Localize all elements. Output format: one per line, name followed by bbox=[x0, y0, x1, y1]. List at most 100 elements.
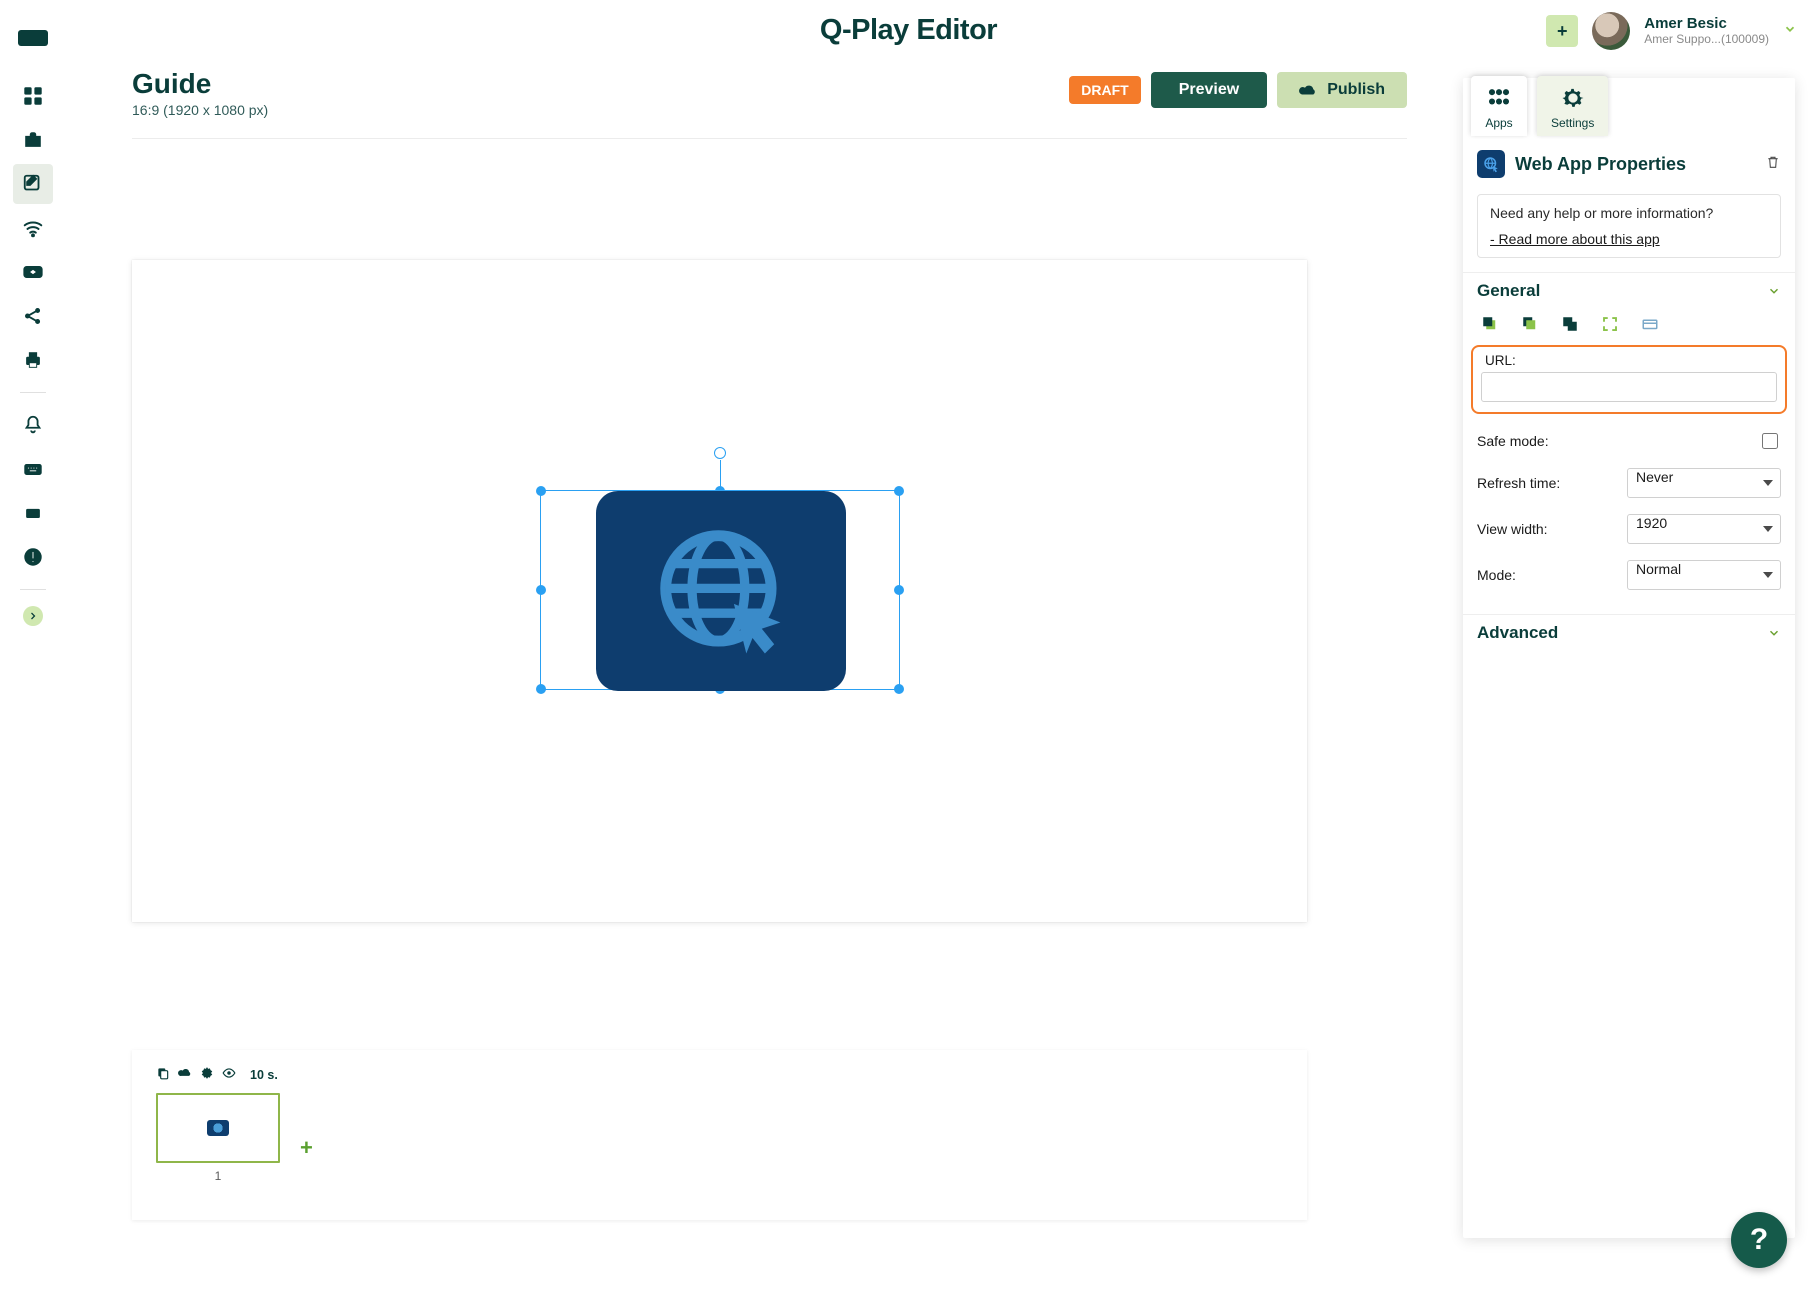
rail-divider bbox=[20, 392, 46, 393]
gear-icon bbox=[1559, 84, 1587, 112]
resize-handle-e[interactable] bbox=[894, 585, 904, 595]
top-bar: Q-Play Editor + Amer Besic Amer Suppo...… bbox=[0, 0, 1817, 60]
url-field-group: URL: bbox=[1471, 345, 1787, 414]
mode-select[interactable]: Normal bbox=[1627, 560, 1781, 590]
section-advanced-label: Advanced bbox=[1477, 623, 1558, 643]
view-width-select[interactable]: 1920 bbox=[1627, 514, 1781, 544]
tab-apps[interactable]: Apps bbox=[1471, 76, 1527, 136]
tl-copy-icon[interactable] bbox=[156, 1066, 170, 1083]
url-input[interactable] bbox=[1481, 372, 1777, 402]
nav-notifications[interactable] bbox=[13, 405, 53, 445]
resize-handle-ne[interactable] bbox=[894, 486, 904, 496]
panel-title: Web App Properties bbox=[1515, 154, 1755, 175]
web-app-tile[interactable] bbox=[596, 491, 846, 691]
nav-wifi[interactable] bbox=[13, 208, 53, 248]
share-icon bbox=[22, 305, 44, 327]
safe-mode-row: Safe mode: bbox=[1463, 422, 1795, 460]
bell-icon bbox=[22, 414, 44, 436]
rotate-handle[interactable] bbox=[714, 447, 726, 459]
tl-eye-icon[interactable] bbox=[222, 1066, 236, 1083]
send-backward-button[interactable] bbox=[1561, 315, 1579, 333]
screen-icon bbox=[22, 261, 44, 283]
tl-gear-icon[interactable] bbox=[200, 1066, 214, 1083]
tab-settings[interactable]: Settings bbox=[1537, 76, 1608, 136]
tab-settings-label: Settings bbox=[1551, 116, 1594, 130]
nav-media[interactable] bbox=[13, 120, 53, 160]
view-width-row: View width: 1920 bbox=[1463, 506, 1795, 552]
section-general[interactable]: General bbox=[1463, 272, 1795, 309]
keyboard-icon bbox=[22, 458, 44, 480]
display-icon bbox=[22, 502, 44, 524]
publish-button[interactable]: Publish bbox=[1277, 72, 1407, 108]
refresh-select[interactable]: Never bbox=[1627, 468, 1781, 498]
help-fab[interactable]: ? bbox=[1731, 1212, 1787, 1268]
doc-subtitle: 16:9 (1920 x 1080 px) bbox=[132, 102, 268, 118]
safe-mode-checkbox[interactable] bbox=[1762, 433, 1778, 449]
chevron-right-icon bbox=[27, 610, 39, 622]
nav-print[interactable] bbox=[13, 340, 53, 380]
bring-forward-button[interactable] bbox=[1481, 315, 1499, 333]
timeline-toolbar: 10 s. bbox=[156, 1066, 1283, 1083]
user-org: Amer Suppo...(100009) bbox=[1644, 33, 1769, 46]
nav-keyboard[interactable] bbox=[13, 449, 53, 489]
brand-logo bbox=[18, 30, 48, 46]
bring-front-button[interactable] bbox=[1521, 315, 1539, 333]
wifi-icon bbox=[22, 217, 44, 239]
nav-display[interactable] bbox=[13, 493, 53, 533]
help-question: Need any help or more information? bbox=[1490, 205, 1768, 221]
properties-panel: Apps Settings Web App Properties Need an… bbox=[1463, 78, 1795, 1238]
rail-expand-button[interactable] bbox=[23, 606, 43, 626]
section-advanced[interactable]: Advanced bbox=[1463, 614, 1795, 651]
layer-toolbar bbox=[1463, 309, 1795, 343]
nav-dashboard[interactable] bbox=[13, 76, 53, 116]
selected-element[interactable] bbox=[540, 490, 900, 690]
panel-header: Web App Properties bbox=[1463, 136, 1795, 188]
add-slide-button[interactable]: + bbox=[300, 1135, 313, 1161]
avatar[interactable] bbox=[1592, 12, 1630, 50]
left-sidebar bbox=[0, 0, 66, 1294]
doc-actions: DRAFT Preview Publish bbox=[1069, 72, 1407, 108]
fullscreen-button[interactable] bbox=[1601, 315, 1619, 333]
refresh-label: Refresh time: bbox=[1477, 475, 1617, 491]
briefcase-icon bbox=[22, 129, 44, 151]
new-button[interactable]: + bbox=[1546, 15, 1578, 47]
chevron-down-icon bbox=[1767, 626, 1781, 640]
delete-button[interactable] bbox=[1765, 153, 1781, 176]
nav-share[interactable] bbox=[13, 296, 53, 336]
panel-app-icon bbox=[1477, 150, 1505, 178]
aspect-ratio-button[interactable] bbox=[1641, 315, 1659, 333]
nav-alerts[interactable] bbox=[13, 537, 53, 577]
resize-handle-sw[interactable] bbox=[536, 684, 546, 694]
trash-icon bbox=[1765, 153, 1781, 171]
document-header: Guide 16:9 (1920 x 1080 px) DRAFT Previe… bbox=[132, 68, 1407, 139]
app-title: Q-Play Editor bbox=[820, 14, 997, 47]
cloud-upload-icon bbox=[1299, 83, 1317, 97]
resize-handle-nw[interactable] bbox=[536, 486, 546, 496]
view-width-label: View width: bbox=[1477, 521, 1617, 537]
printer-icon bbox=[22, 349, 44, 371]
chevron-down-icon bbox=[1767, 284, 1781, 298]
nav-screens[interactable] bbox=[13, 252, 53, 292]
user-name: Amer Besic bbox=[1644, 16, 1769, 33]
doc-title-block: Guide 16:9 (1920 x 1080 px) bbox=[132, 68, 268, 118]
resize-handle-w[interactable] bbox=[536, 585, 546, 595]
timeline: 10 s. 1 + bbox=[132, 1050, 1307, 1220]
top-right: + Amer Besic Amer Suppo...(100009) bbox=[1546, 12, 1797, 50]
grid-icon bbox=[22, 85, 44, 107]
resize-handle-se[interactable] bbox=[894, 684, 904, 694]
doc-title: Guide bbox=[132, 68, 268, 100]
slide-thumbnail bbox=[207, 1120, 229, 1136]
publish-label: Publish bbox=[1327, 81, 1385, 99]
tl-cloud-icon[interactable] bbox=[178, 1066, 192, 1083]
help-link[interactable]: - Read more about this app bbox=[1490, 231, 1768, 247]
user-block[interactable]: Amer Besic Amer Suppo...(100009) bbox=[1644, 16, 1769, 46]
section-general-label: General bbox=[1477, 281, 1540, 301]
tab-apps-label: Apps bbox=[1485, 116, 1512, 130]
preview-button[interactable]: Preview bbox=[1151, 72, 1267, 108]
status-badge: DRAFT bbox=[1069, 76, 1140, 104]
timeline-slide[interactable] bbox=[156, 1093, 280, 1163]
alert-icon bbox=[22, 546, 44, 568]
user-menu-toggle[interactable] bbox=[1783, 22, 1797, 41]
nav-editor[interactable] bbox=[13, 164, 53, 204]
panel-tabs: Apps Settings bbox=[1463, 76, 1795, 136]
